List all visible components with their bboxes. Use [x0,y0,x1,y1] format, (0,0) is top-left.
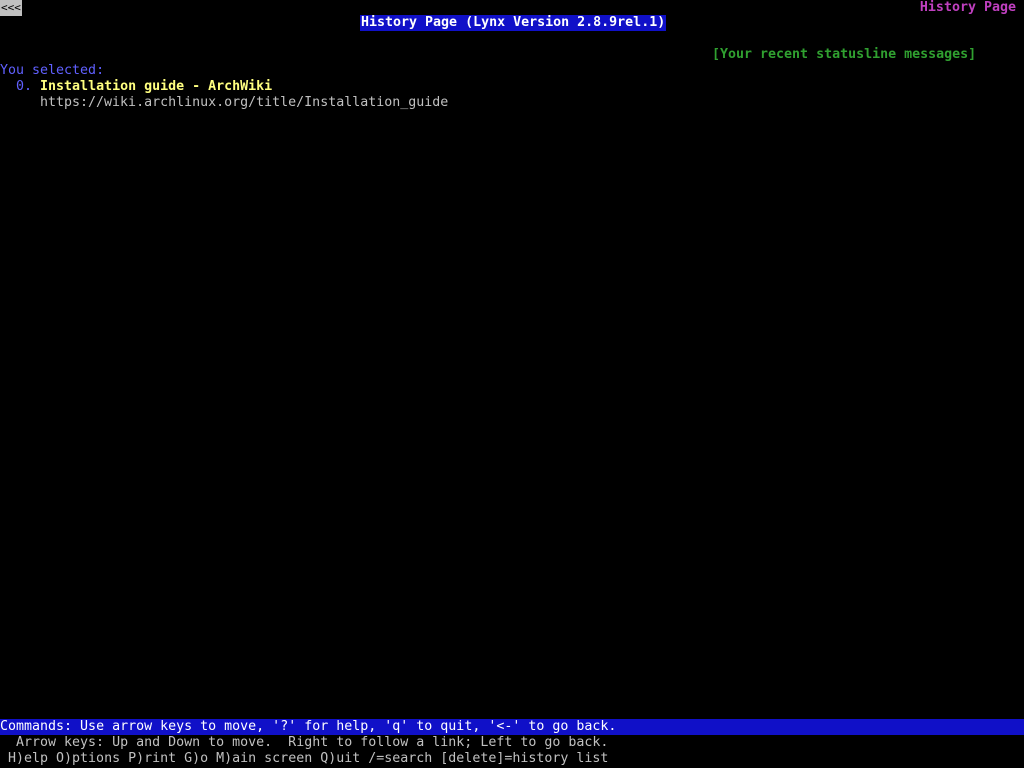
shortcut-keys-help: H)elp O)ptions P)rint G)o M)ain screen Q… [8,751,609,766]
selected-label: You selected: [0,63,105,78]
commands-bar: Commands: Use arrow keys to move, '?' fo… [0,719,1024,735]
arrow-keys-help: Arrow keys: Up and Down to move. Right t… [16,735,609,750]
page-label: History Page [919,0,1016,15]
history-item: 0. Installation guide - ArchWiki [16,79,272,95]
back-indicator[interactable]: <<< [0,0,22,16]
history-item-url: https://wiki.archlinux.org/title/Install… [40,95,449,110]
page-title: History Page (Lynx Version 2.8.9rel.1) [360,15,667,31]
history-item-number: 0. [16,79,33,94]
history-item-link[interactable]: Installation guide - ArchWiki [40,79,272,94]
statusline-messages-link[interactable]: [Your recent statusline messages] [712,47,976,63]
